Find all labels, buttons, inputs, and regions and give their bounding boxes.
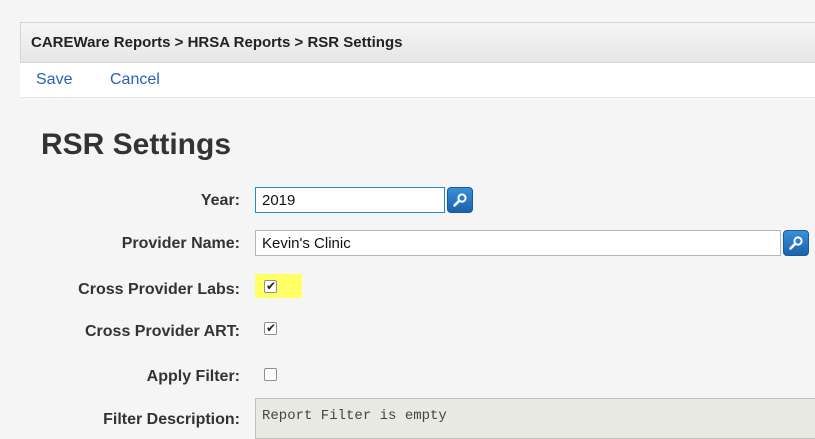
cross-provider-labs-checkbox[interactable]: ✔	[264, 279, 277, 293]
year-label: Year:	[200, 192, 240, 209]
year-lookup-button[interactable]	[447, 187, 473, 213]
cancel-button[interactable]: Cancel	[110, 71, 160, 89]
breadcrumb: CAREWare Reports > HRSA Reports > RSR Se…	[20, 22, 815, 63]
provider-name-label: Provider Name:	[121, 235, 240, 252]
cross-provider-labs-label: Cross Provider Labs:	[78, 281, 240, 298]
provider-name-input[interactable]	[255, 230, 781, 256]
breadcrumb-text: CAREWare Reports > HRSA Reports > RSR Se…	[31, 34, 403, 51]
check-icon: ✔	[266, 279, 277, 293]
magnifier-lookup-icon	[453, 193, 467, 207]
cross-provider-art-checkbox[interactable]: ✔	[264, 321, 277, 335]
top-strip	[0, 0, 815, 22]
checkbox-highlight	[255, 274, 302, 298]
page-background: CAREWare Reports > HRSA Reports > RSR Se…	[0, 0, 815, 439]
magnifier-lookup-icon	[789, 236, 803, 250]
toolbar: Save Cancel	[20, 63, 815, 98]
year-input[interactable]	[255, 187, 445, 213]
check-icon: ✔	[266, 321, 277, 335]
save-button[interactable]: Save	[36, 71, 72, 89]
cross-provider-art-label: Cross Provider ART:	[85, 323, 240, 340]
filter-description-label: Filter Description:	[103, 411, 240, 428]
page-title: RSR Settings	[41, 128, 232, 161]
filter-description-field: Report Filter is empty	[255, 398, 815, 439]
apply-filter-checkbox[interactable]	[264, 368, 277, 381]
apply-filter-label: Apply Filter:	[146, 368, 240, 385]
provider-lookup-button[interactable]	[783, 230, 809, 256]
